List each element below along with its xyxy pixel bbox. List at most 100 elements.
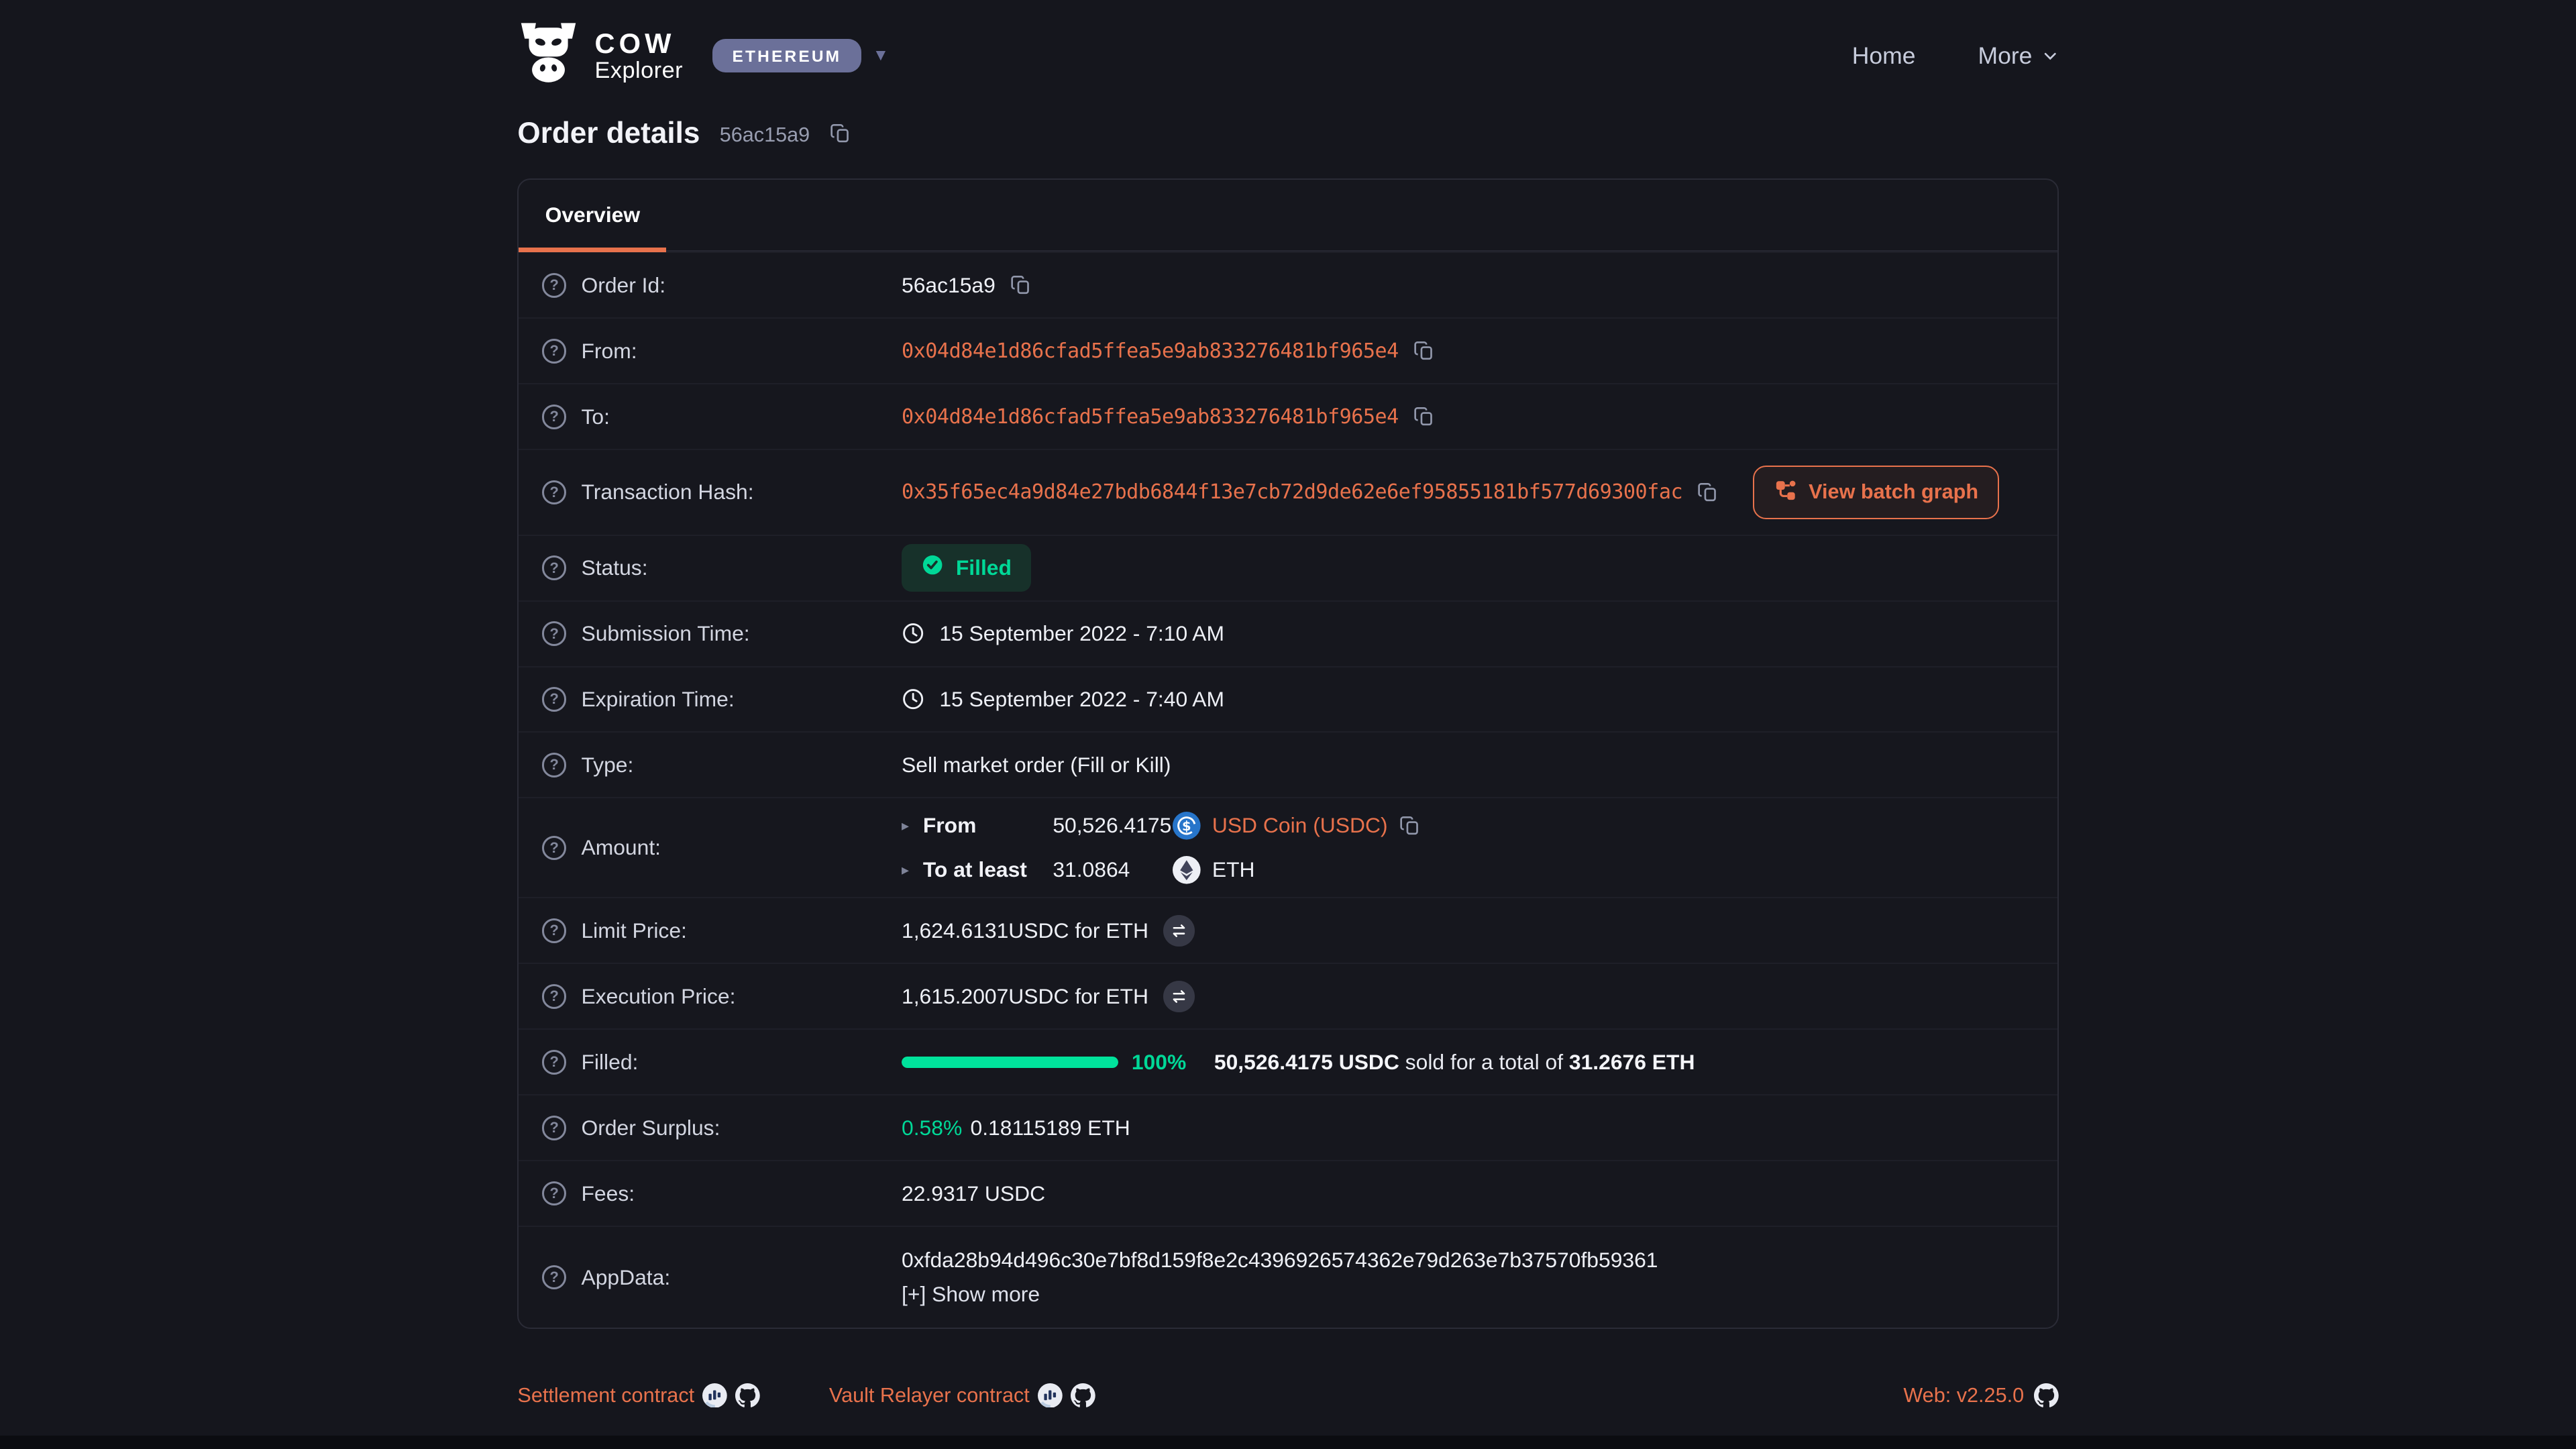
filled-percent: 100% (1132, 1050, 1186, 1075)
web-version-group: Web: v2.25.0 (1903, 1383, 2058, 1408)
copy-icon[interactable] (1413, 406, 1435, 427)
etherscan-icon[interactable] (1038, 1383, 1063, 1408)
tx-hash-link[interactable]: 0x35f65ec4a9d84e27bdb6844f13e7cb72d9de62… (902, 480, 1682, 504)
help-icon[interactable]: ? (542, 480, 567, 505)
filled-progress-bar (902, 1057, 1118, 1068)
clock-icon (902, 688, 924, 710)
row-label-text: Execution Price: (581, 984, 735, 1009)
row-appdata: ? AppData: 0xfda28b94d496c30e7bf8d159f8e2… (519, 1226, 2057, 1328)
row-label-text: Expiration Time: (581, 687, 734, 712)
row-order-surplus: ?Order Surplus: 0.58% 0.18115189 ETH (519, 1094, 2057, 1160)
web-version-link[interactable]: Web: v2.25.0 (1903, 1384, 2024, 1407)
help-icon[interactable]: ? (542, 918, 567, 943)
order-id-value: 56ac15a9 (902, 273, 996, 298)
nav-more[interactable]: More (1978, 42, 2059, 70)
help-icon[interactable]: ? (542, 273, 567, 298)
amount-to-token: ETH (1212, 857, 1255, 882)
amount-from-label: From (923, 813, 1053, 838)
etherscan-icon[interactable] (702, 1383, 727, 1408)
amount-from-value: 50,526.4175 (1053, 813, 1173, 838)
help-icon[interactable]: ? (542, 687, 567, 712)
row-label-text: Order Id: (581, 273, 665, 298)
footer: Settlement contract Vault Relayer contra… (517, 1383, 2058, 1408)
row-from: ? From: 0x04d84e1d86cfad5ffea5e9ab8332764… (519, 317, 2057, 383)
fees-value: 22.9317 USDC (902, 1181, 1045, 1206)
batch-graph-icon (1774, 478, 1797, 506)
row-label-text: Fees: (581, 1181, 635, 1206)
help-icon[interactable]: ? (542, 339, 567, 364)
amount-to-line: ▸ To at least 31.0864 ETH (902, 856, 1421, 884)
page: COW Explorer ETHEREUM ▼ Home More (0, 0, 2576, 1449)
github-icon[interactable] (735, 1383, 760, 1408)
help-icon[interactable]: ? (542, 836, 567, 861)
github-icon[interactable] (2034, 1383, 2059, 1408)
chevron-down-icon: ▼ (873, 48, 889, 64)
row-status: ? Status: Filled (519, 535, 2057, 600)
order-details-card: Overview ? Order Id: 56ac15a9 ? From: 0x04… (517, 178, 2058, 1329)
copy-icon[interactable] (1697, 482, 1719, 503)
row-label-text: AppData: (581, 1265, 670, 1290)
help-icon[interactable]: ? (542, 405, 567, 429)
row-label-text: Filled: (581, 1050, 638, 1075)
to-address-link[interactable]: 0x04d84e1d86cfad5ffea5e9ab833276481bf965… (902, 405, 1399, 429)
view-batch-graph-button[interactable]: View batch graph (1753, 466, 1999, 520)
help-icon[interactable]: ? (542, 621, 567, 646)
submission-time-value: 15 September 2022 - 7:10 AM (939, 621, 1224, 646)
settlement-contract-group: Settlement contract (517, 1383, 760, 1408)
row-amount: ?Amount: ▸ From 50,526.4175 $ USD Coin (… (519, 797, 2057, 897)
help-icon[interactable]: ? (542, 984, 567, 1009)
cow-logo-icon (517, 21, 580, 91)
brand-subtitle: Explorer (595, 58, 684, 83)
row-label-text: Limit Price: (581, 918, 686, 943)
copy-icon[interactable] (1413, 340, 1435, 362)
row-order-id: ? Order Id: 56ac15a9 (519, 252, 2057, 317)
row-transaction-hash: ? Transaction Hash: 0x35f65ec4a9d84e27bdb… (519, 449, 2057, 534)
expiration-time-value: 15 September 2022 - 7:40 AM (939, 687, 1224, 712)
brand-name: COW (595, 29, 684, 58)
copy-icon[interactable] (1010, 274, 1032, 296)
row-label-text: Status: (581, 555, 647, 580)
row-label-text: From: (581, 339, 637, 364)
row-label-text: To: (581, 405, 609, 429)
help-icon[interactable]: ? (542, 1116, 567, 1140)
appdata-hash: 0xfda28b94d496c30e7bf8d159f8e2c439692657… (902, 1248, 1658, 1273)
execution-price-value: 1,615.2007USDC for ETH (902, 984, 1148, 1009)
invert-price-icon[interactable] (1163, 981, 1195, 1012)
surplus-value: 0.18115189 ETH (971, 1116, 1130, 1140)
row-label-text: Amount: (581, 835, 661, 860)
amount-from-token-link[interactable]: USD Coin (USDC) (1212, 813, 1388, 838)
triangle-right-icon: ▸ (902, 817, 923, 835)
github-icon[interactable] (1071, 1383, 1095, 1408)
chevron-down-icon (2042, 48, 2058, 64)
network-badge[interactable]: ETHEREUM (712, 39, 861, 72)
order-short-id: 56ac15a9 (720, 120, 810, 147)
help-icon[interactable]: ? (542, 753, 567, 777)
row-execution-price: ? Execution Price: 1,615.2007USDC for ETH (519, 963, 2057, 1028)
row-label-text: Transaction Hash: (581, 480, 753, 504)
check-circle-icon (921, 553, 944, 582)
row-fees: ? Fees: 22.9317 USDC (519, 1160, 2057, 1226)
page-title: Order details (517, 117, 700, 150)
tab-overview[interactable]: Overview (519, 180, 666, 251)
copy-icon[interactable] (1399, 815, 1421, 837)
row-submission-time: ?Submission Time: 15 September 2022 - 7:… (519, 600, 2057, 666)
nav-home[interactable]: Home (1852, 42, 1916, 70)
row-label-text: Order Surplus: (581, 1116, 720, 1140)
help-icon[interactable]: ? (542, 1050, 567, 1075)
show-more-toggle[interactable]: [+] Show more (902, 1282, 1040, 1307)
help-icon[interactable]: ? (542, 1181, 567, 1206)
settlement-contract-link[interactable]: Settlement contract (517, 1384, 694, 1407)
from-address-link[interactable]: 0x04d84e1d86cfad5ffea5e9ab833276481bf965… (902, 339, 1399, 363)
cow-explorer-logo[interactable]: COW Explorer (517, 21, 683, 91)
help-icon[interactable]: ? (542, 1265, 567, 1290)
invert-price-icon[interactable] (1163, 915, 1195, 947)
copy-icon[interactable] (830, 123, 851, 144)
row-limit-price: ?Limit Price: 1,624.6131USDC for ETH (519, 897, 2057, 963)
status-badge: Filled (902, 544, 1031, 592)
main-area: COW Explorer ETHEREUM ▼ Home More (0, 0, 2576, 1436)
row-label-text: Type: (581, 753, 633, 777)
filled-summary: 50,526.4175 USDC sold for a total of 31.… (1214, 1050, 1695, 1075)
help-icon[interactable]: ? (542, 555, 567, 580)
vault-relayer-contract-link[interactable]: Vault Relayer contract (829, 1384, 1030, 1407)
network-selector[interactable]: ETHEREUM ▼ (712, 39, 889, 72)
